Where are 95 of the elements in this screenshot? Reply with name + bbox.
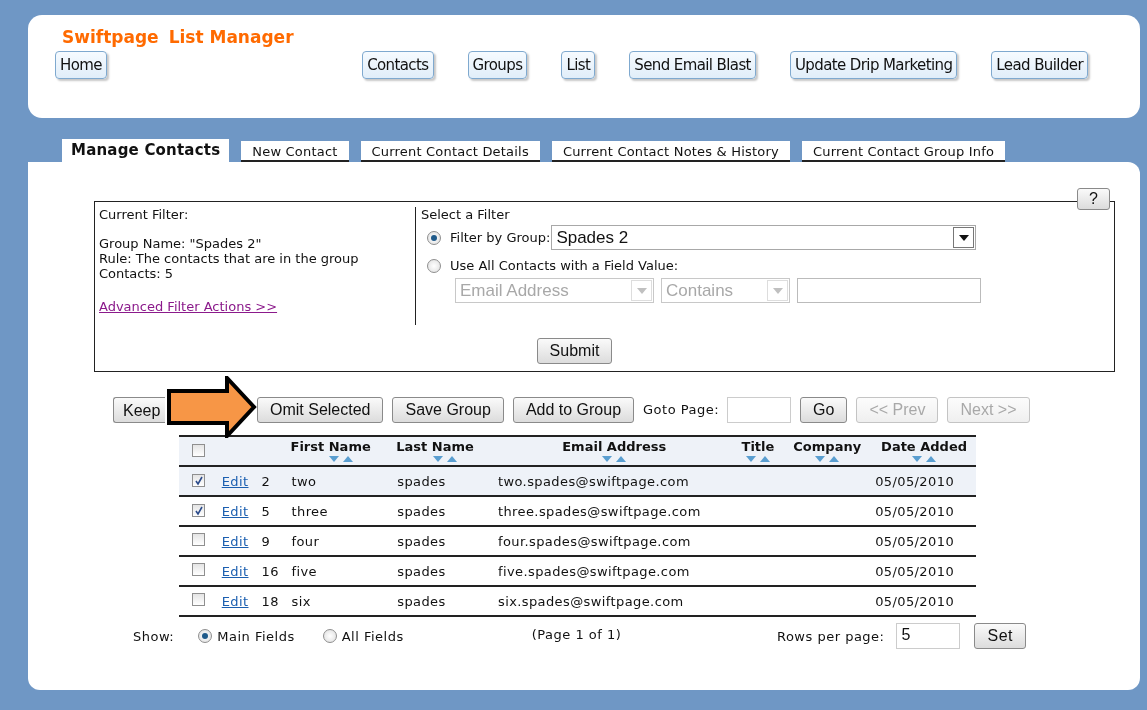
- column-header: Title: [740, 439, 776, 454]
- toolbar-button[interactable]: Omit Selected: [257, 396, 384, 423]
- id-cell: 9: [261, 533, 271, 549]
- nav-button[interactable]: Groups: [467, 51, 528, 79]
- first-name-cell: two: [291, 473, 317, 489]
- nav-button[interactable]: Update Drip Marketing: [789, 51, 958, 79]
- id-cell: 5: [261, 503, 271, 519]
- sort-icon[interactable]: [911, 454, 938, 464]
- radio-label: Filter by Group:: [450, 230, 551, 245]
- last-name-cell: spades: [397, 503, 446, 519]
- dropdown-arrow-icon: [958, 234, 969, 241]
- help-button[interactable]: ?: [1077, 188, 1110, 210]
- toolbar-button[interactable]: Save Group: [392, 396, 504, 423]
- tab[interactable]: Manage Contacts: [62, 139, 230, 162]
- checkbox[interactable]: [192, 474, 206, 487]
- filter-info-text: Group Name: "Spades 2": [99, 236, 263, 251]
- radio-label: Main Fields: [217, 628, 295, 644]
- radio-button[interactable]: [322, 629, 337, 643]
- edit-link[interactable]: Edit: [221, 533, 249, 549]
- nav-button[interactable]: Send Email Blast: [629, 51, 756, 79]
- set-button[interactable]: Set: [974, 623, 1026, 649]
- date-cell: 05/05/2010: [875, 593, 955, 609]
- column-header: Last Name: [396, 439, 475, 454]
- date-cell: 05/05/2010: [875, 563, 955, 579]
- last-name-cell: spades: [397, 563, 446, 579]
- rows-per-page-label: Rows per page:: [776, 628, 885, 644]
- nav-button[interactable]: Lead Builder: [991, 51, 1088, 79]
- date-cell: 05/05/2010: [875, 503, 955, 519]
- edit-link[interactable]: Edit: [221, 503, 249, 519]
- dropdown-arrow-icon: [772, 287, 783, 294]
- last-name-cell: spades: [397, 473, 446, 489]
- show-label: Show:: [133, 628, 175, 644]
- tab[interactable]: Current Contact Group Info: [801, 141, 1006, 162]
- checkbox[interactable]: [192, 533, 206, 546]
- first-name-cell: three: [291, 503, 328, 519]
- page-info: (Page 1 of 1): [531, 626, 622, 642]
- nav-button[interactable]: Contacts: [362, 51, 434, 79]
- column-header: Date Added: [880, 439, 968, 454]
- edit-link[interactable]: Edit: [221, 593, 249, 609]
- first-name-cell: six: [291, 593, 311, 609]
- first-name-cell: five: [291, 563, 317, 579]
- checkbox[interactable]: [192, 563, 206, 576]
- column-header: First Name: [290, 439, 372, 454]
- column-header: Company: [792, 439, 863, 454]
- value-input-field[interactable]: [797, 278, 981, 303]
- email-cell: two.spades@swiftpage.com: [497, 473, 689, 489]
- group-select[interactable]: Spades 2: [551, 225, 977, 250]
- current-filter-label: Current Filter:: [99, 207, 190, 222]
- radio-button[interactable]: [427, 258, 441, 273]
- last-name-cell: spades: [397, 533, 446, 549]
- toolbar-button[interactable]: Add to Group: [512, 396, 635, 423]
- tab[interactable]: Current Contact Notes & History: [551, 141, 790, 162]
- tab[interactable]: Current Contact Details: [360, 141, 540, 162]
- advanced-filter-link[interactable]: Advanced Filter Actions >>: [99, 299, 415, 314]
- goto-page-field[interactable]: [727, 396, 792, 423]
- checkbox[interactable]: [192, 504, 206, 517]
- sort-icon[interactable]: [431, 454, 458, 464]
- sort-icon[interactable]: [328, 454, 355, 464]
- filter-info-text: Contacts: 5: [99, 266, 175, 281]
- id-cell: 2: [261, 473, 271, 489]
- column-header: Email Address: [561, 439, 668, 454]
- sort-icon[interactable]: [814, 454, 841, 464]
- rows-per-page-field[interactable]: 5: [896, 623, 961, 649]
- checkbox[interactable]: [192, 444, 206, 457]
- date-cell: 05/05/2010: [875, 533, 955, 549]
- email-cell: three.spades@swiftpage.com: [497, 503, 701, 519]
- app-title: List Manager: [168, 27, 294, 47]
- radio-label: All Fields: [341, 628, 404, 644]
- nav-button[interactable]: List: [561, 51, 596, 79]
- email-cell: five.spades@swiftpage.com: [497, 563, 690, 579]
- first-name-cell: four: [291, 533, 320, 549]
- tab[interactable]: New Contact: [241, 141, 349, 162]
- sort-icon[interactable]: [744, 454, 771, 464]
- dropdown-arrow-icon: [636, 287, 647, 294]
- brand-name: Swiftpage: [62, 27, 159, 47]
- id-cell: 18: [261, 593, 279, 609]
- email-cell: four.spades@swiftpage.com: [497, 533, 691, 549]
- sort-icon[interactable]: [601, 454, 628, 464]
- toolbar-button[interactable]: Go: [800, 396, 848, 423]
- nav-button[interactable]: Home: [55, 51, 107, 79]
- radio-button[interactable]: [198, 629, 213, 643]
- select-filter-heading: Select a Filter: [421, 207, 511, 222]
- email-cell: six.spades@swiftpage.com: [497, 593, 684, 609]
- date-cell: 05/05/2010: [875, 473, 955, 489]
- highlighted-row[interactable]: Edit 2 two spades two.spades@swiftpage.com 05/05/2010: [179, 466, 976, 496]
- goto-page-label: Goto Page:: [643, 402, 720, 417]
- checkbox[interactable]: [192, 593, 206, 606]
- edit-link[interactable]: Edit: [221, 563, 249, 579]
- last-name-cell: spades: [397, 593, 446, 609]
- id-cell: 16: [261, 563, 279, 579]
- radio-button[interactable]: [427, 230, 441, 245]
- filter-info-text: Rule: The contacts that are in the group: [99, 251, 360, 266]
- radio-label: Use All Contacts with a Field Value:: [450, 258, 679, 273]
- toolbar-button[interactable]: Keep: [113, 396, 165, 423]
- submit-button[interactable]: Submit: [536, 338, 613, 364]
